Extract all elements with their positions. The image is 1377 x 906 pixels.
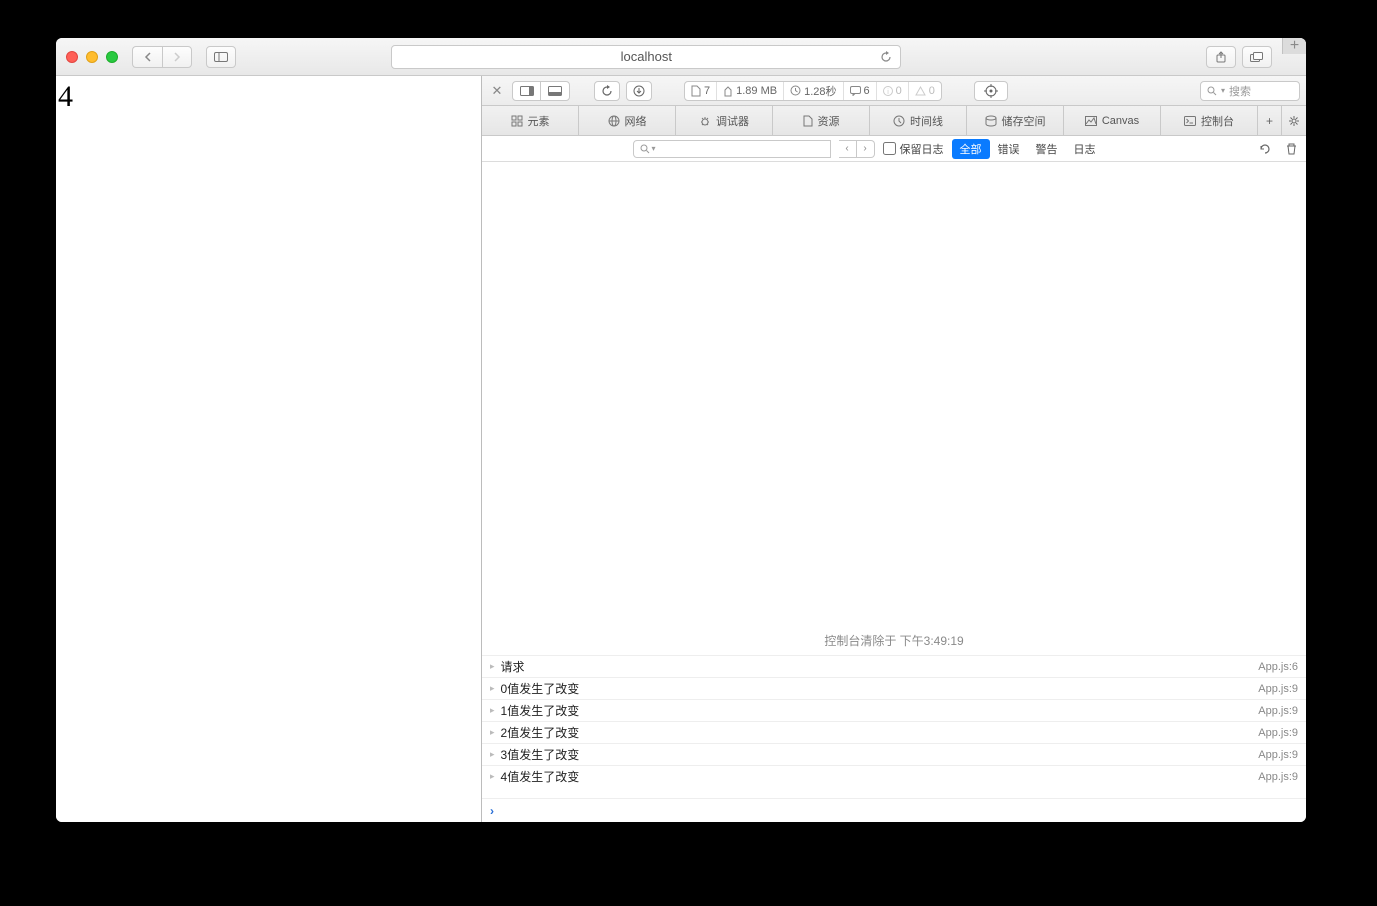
- console-log-rows: ▸请求App.js:6▸0值发生了改变App.js:9▸1值发生了改变App.j…: [482, 655, 1306, 787]
- log-arrow-icon: ▸: [490, 661, 495, 672]
- add-tab-button[interactable]: +: [1258, 106, 1282, 135]
- console-area: 控制台清除于 下午3:49:19 ▸请求App.js:6▸0值发生了改变App.…: [482, 162, 1306, 822]
- devtools-toolbar: ✕: [482, 76, 1306, 106]
- titlebar: localhost +: [56, 38, 1306, 76]
- log-message: 2值发生了改变: [501, 724, 1259, 741]
- stat-info: i 0: [877, 82, 909, 100]
- preserve-log-input[interactable]: [883, 142, 896, 155]
- page-content: 4: [58, 80, 479, 114]
- console-filter-bar: ▾ ‹ › 保留日志 全部 错误 警告 日志: [482, 136, 1306, 162]
- tab-network[interactable]: 网络: [579, 106, 676, 135]
- preserve-log-checkbox[interactable]: 保留日志: [883, 141, 944, 157]
- tab-timeline[interactable]: 时间线: [870, 106, 967, 135]
- log-source[interactable]: App.js:9: [1258, 683, 1298, 695]
- console-prompt[interactable]: ›: [482, 798, 1306, 822]
- main-area: 4 ✕: [56, 76, 1306, 822]
- log-arrow-icon: ▸: [490, 705, 495, 716]
- tab-debugger[interactable]: 调试器: [676, 106, 773, 135]
- console-output[interactable]: 控制台清除于 下午3:49:19 ▸请求App.js:6▸0值发生了改变App.…: [482, 162, 1306, 798]
- level-error[interactable]: 错误: [990, 139, 1028, 159]
- log-source[interactable]: App.js:9: [1258, 705, 1298, 717]
- gear-icon: [1288, 115, 1300, 127]
- devtools-close-button[interactable]: ✕: [488, 82, 506, 100]
- console-log-row[interactable]: ▸ 3值发生了改变App.js:9: [482, 743, 1306, 765]
- console-log-row[interactable]: ▸ 4值发生了改变App.js:9: [482, 765, 1306, 787]
- search-icon: [640, 144, 650, 154]
- console-filter-input[interactable]: ▾: [633, 140, 831, 158]
- tab-storage[interactable]: 储存空间: [967, 106, 1064, 135]
- log-arrow-icon: ▸: [490, 771, 495, 782]
- stat-messages: 6: [844, 82, 877, 100]
- filter-next-button[interactable]: ›: [857, 140, 875, 158]
- minimize-window-button[interactable]: [86, 51, 98, 63]
- devtools-search[interactable]: ▾ 搜索: [1200, 81, 1300, 101]
- stat-warn: 0: [909, 82, 941, 100]
- level-warn[interactable]: 警告: [1028, 139, 1066, 159]
- url-text: localhost: [621, 49, 672, 64]
- maximize-window-button[interactable]: [106, 51, 118, 63]
- back-button[interactable]: [132, 46, 162, 68]
- console-clear-message: 控制台清除于 下午3:49:19: [482, 162, 1306, 655]
- log-level-filters: 全部 错误 警告 日志: [952, 139, 1104, 159]
- devtools-panel: ✕: [482, 76, 1306, 822]
- sidebar-toggle-button[interactable]: [206, 46, 236, 68]
- stat-docs: 7: [685, 82, 717, 100]
- log-arrow-icon: ▸: [490, 727, 495, 738]
- dock-right-button[interactable]: [513, 82, 541, 100]
- close-window-button[interactable]: [66, 51, 78, 63]
- dock-side-group: [512, 81, 570, 101]
- tab-elements[interactable]: 元素: [482, 106, 579, 135]
- log-message: 4值发生了改变: [501, 768, 1259, 785]
- level-log[interactable]: 日志: [1066, 139, 1104, 159]
- filter-prev-button[interactable]: ‹: [839, 140, 857, 158]
- tab-console[interactable]: 控制台: [1161, 106, 1258, 135]
- log-message: 0值发生了改变: [501, 680, 1259, 697]
- console-log-row[interactable]: ▸ 请求App.js:6: [482, 655, 1306, 677]
- console-log-row[interactable]: ▸ 1值发生了改变App.js:9: [482, 699, 1306, 721]
- console-log-row[interactable]: ▸ 0值发生了改变App.js:9: [482, 677, 1306, 699]
- reload-button[interactable]: [594, 81, 620, 101]
- address-bar[interactable]: localhost: [391, 45, 901, 69]
- dock-bottom-button[interactable]: [541, 82, 569, 100]
- stats-box: 7 1.89 MB 1.28秒 6 i: [684, 81, 942, 101]
- log-source[interactable]: App.js:9: [1258, 771, 1298, 783]
- clear-console-button[interactable]: [1282, 140, 1300, 158]
- stat-time: 1.28秒: [784, 82, 843, 100]
- window-controls: [66, 51, 118, 63]
- share-button[interactable]: [1206, 46, 1236, 68]
- search-icon: [1207, 86, 1217, 96]
- settings-button[interactable]: [1282, 106, 1306, 135]
- log-message: 1值发生了改变: [501, 702, 1259, 719]
- forward-button[interactable]: [162, 46, 192, 68]
- level-all[interactable]: 全部: [952, 139, 990, 159]
- nav-buttons: [132, 46, 192, 68]
- download-button[interactable]: [626, 81, 652, 101]
- refresh-console-button[interactable]: [1256, 140, 1274, 158]
- log-arrow-icon: ▸: [490, 683, 495, 694]
- log-message: 请求: [501, 658, 1259, 675]
- trash-icon: [1286, 143, 1297, 155]
- safari-window: localhost + 4 ✕: [56, 38, 1306, 822]
- tab-resources[interactable]: 资源: [773, 106, 870, 135]
- tab-canvas[interactable]: Canvas: [1064, 106, 1161, 135]
- devtools-tabs: 元素 网络 调试器 资源 时间线: [482, 106, 1306, 136]
- page-viewport: 4: [56, 76, 482, 822]
- tabs-button[interactable]: [1242, 46, 1272, 68]
- log-source[interactable]: App.js:6: [1258, 661, 1298, 673]
- log-source[interactable]: App.js:9: [1258, 749, 1298, 761]
- log-message: 3值发生了改变: [501, 746, 1259, 763]
- titlebar-right: [1206, 46, 1272, 68]
- console-log-row[interactable]: ▸ 2值发生了改变App.js:9: [482, 721, 1306, 743]
- stat-size: 1.89 MB: [717, 82, 784, 100]
- reload-icon[interactable]: [880, 51, 892, 63]
- log-source[interactable]: App.js:9: [1258, 727, 1298, 739]
- log-arrow-icon: ▸: [490, 749, 495, 760]
- filter-nav: ‹ ›: [839, 140, 875, 158]
- search-placeholder: 搜索: [1229, 83, 1251, 99]
- inspect-element-button[interactable]: [974, 81, 1008, 101]
- new-tab-button[interactable]: +: [1282, 38, 1306, 54]
